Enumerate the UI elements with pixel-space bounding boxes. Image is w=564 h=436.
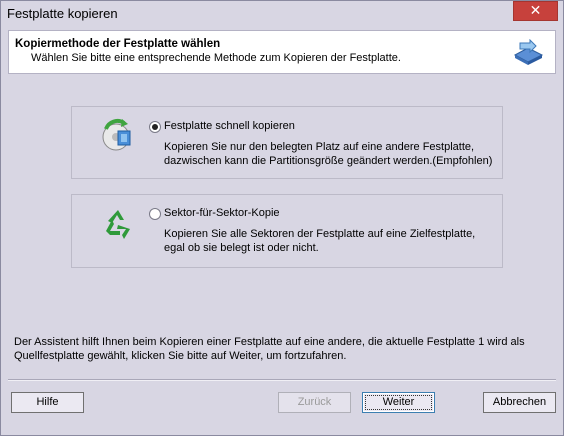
header-title: Kopiermethode der Festplatte wählen: [15, 38, 221, 50]
close-button[interactable]: ✕: [513, 1, 558, 21]
option-label[interactable]: Festplatte schnell kopieren: [164, 120, 295, 132]
separator: [8, 379, 556, 381]
title-bar: Festplatte kopieren ✕: [1, 1, 563, 26]
next-button[interactable]: Weiter: [362, 392, 435, 413]
recycle-icon: [106, 210, 130, 239]
option-fast-copy[interactable]: Festplatte schnell kopieren Kopieren Sie…: [71, 106, 503, 179]
radio-sector-copy[interactable]: [149, 208, 161, 220]
option-label[interactable]: Sektor-für-Sektor-Kopie: [164, 207, 280, 219]
info-text: Der Assistent hilft Ihnen beim Kopieren …: [14, 335, 554, 363]
info-line: Quellfestplatte gewählt, klicken Sie bit…: [14, 350, 347, 362]
back-button[interactable]: Zurück: [278, 392, 351, 413]
desc-line: Kopieren Sie nur den belegten Platz auf …: [164, 141, 475, 153]
option-description: Kopieren Sie nur den belegten Platz auf …: [164, 140, 492, 168]
dialog-window: Festplatte kopieren ✕ Kopiermethode der …: [0, 0, 564, 436]
option-description: Kopieren Sie alle Sektoren der Festplatt…: [164, 227, 475, 255]
desc-line: dazwischen kann die Partitionsgröße geän…: [164, 155, 493, 167]
radio-fast-copy[interactable]: [149, 121, 161, 133]
window-title: Festplatte kopieren: [7, 6, 118, 21]
header-subtitle: Wählen Sie bitte eine entsprechende Meth…: [31, 52, 401, 64]
header-panel: Kopiermethode der Festplatte wählen Wähl…: [8, 30, 556, 74]
fast-copy-icon: [102, 119, 131, 151]
desc-line: Kopieren Sie alle Sektoren der Festplatt…: [164, 228, 476, 240]
option-sector-copy[interactable]: Sektor-für-Sektor-Kopie Kopieren Sie all…: [71, 194, 503, 268]
info-line: Der Assistent hilft Ihnen beim Kopieren …: [14, 336, 525, 348]
disk-copy-icon: [513, 39, 544, 65]
focus-ring: [365, 395, 432, 410]
help-button[interactable]: Hilfe: [11, 392, 84, 413]
cancel-button[interactable]: Abbrechen: [483, 392, 556, 413]
desc-line: egal ob sie belegt ist oder nicht.: [164, 242, 319, 254]
